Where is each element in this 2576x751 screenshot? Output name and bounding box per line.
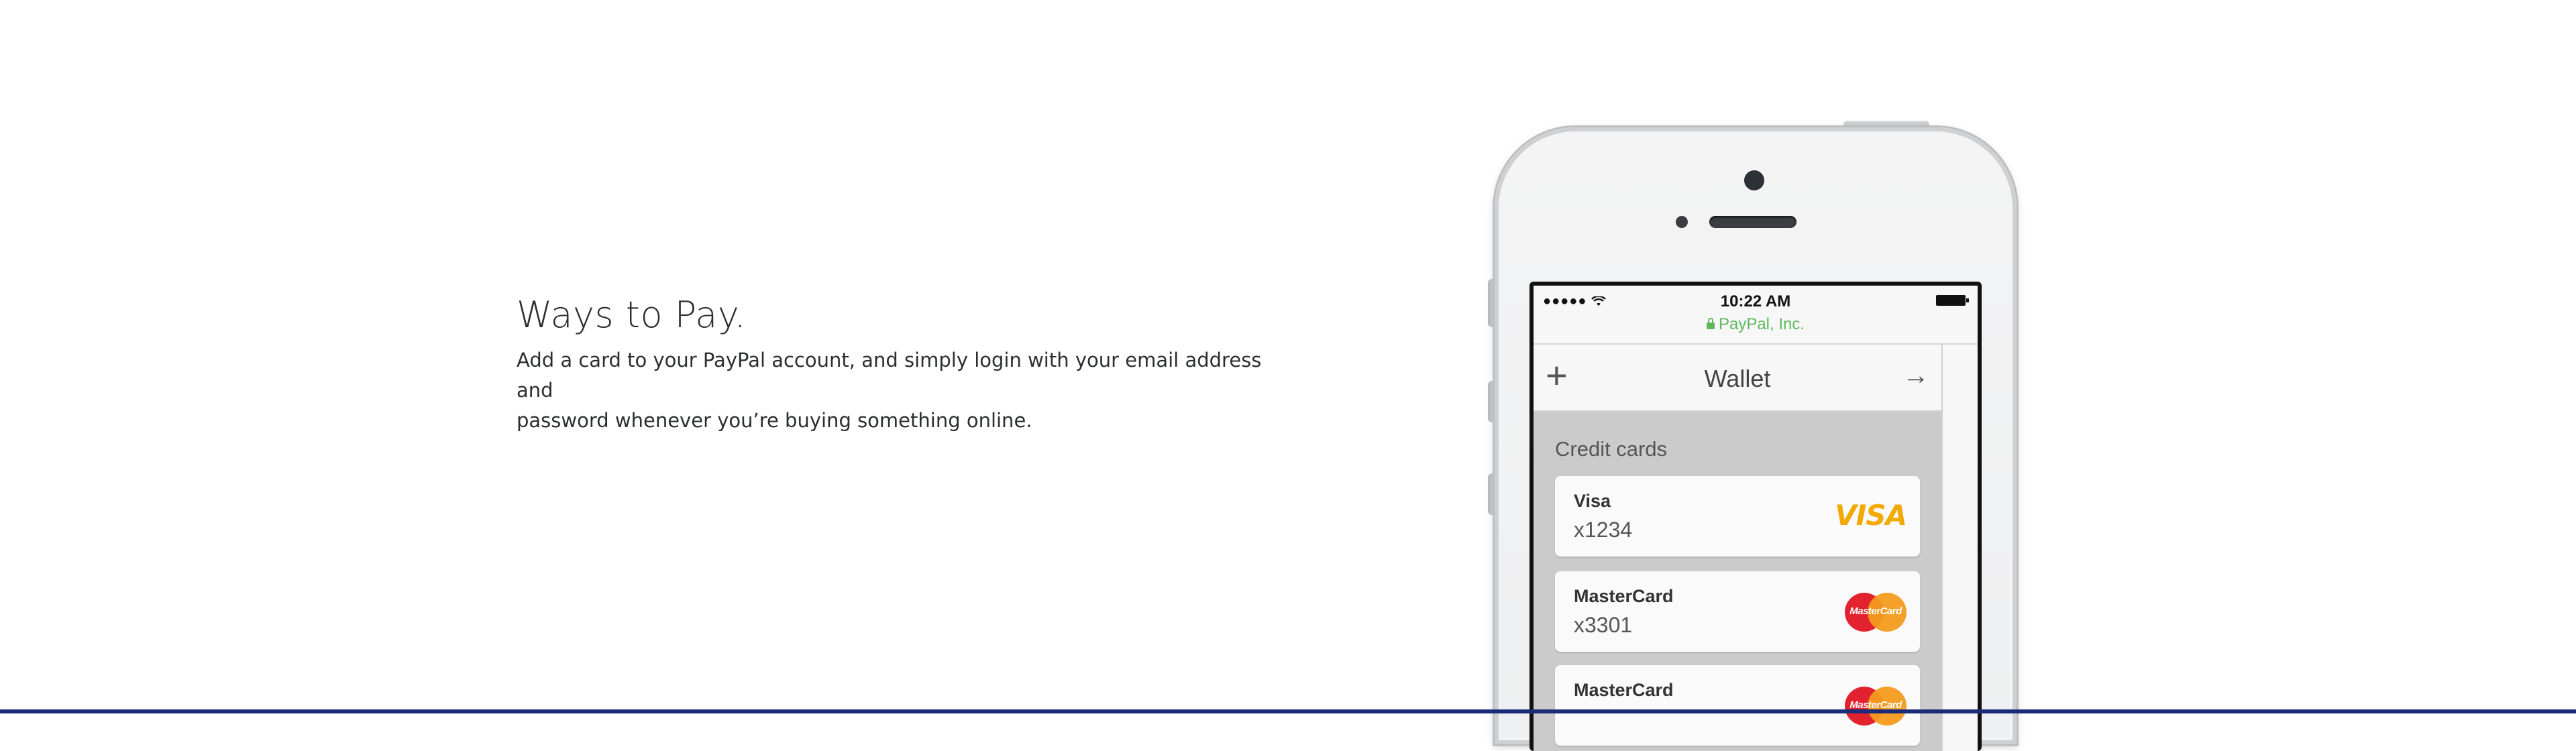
forward-arrow-icon[interactable]: → — [1902, 361, 1929, 391]
card-name: Visa — [1574, 491, 1611, 511]
nav-title: Wallet — [1704, 365, 1771, 392]
description-line-2: password whenever you’re buying somethin… — [517, 409, 1032, 432]
card-number: x1234 — [1574, 518, 1633, 542]
status-bar: ●●●●● 10:22 AM PayPal, Inc. — [1534, 286, 1978, 345]
card-name: MasterCard — [1574, 680, 1674, 700]
card-row-mastercard[interactable]: MasterCard MasterCard — [1555, 665, 1920, 746]
side-panel-edge — [1941, 345, 1978, 751]
mastercard-logo-text: MasterCard — [1849, 605, 1902, 617]
screen-content: ●●●●● 10:22 AM PayPal, Inc. + Wallet → C… — [1534, 286, 1978, 751]
card-row-visa[interactable]: Visa x1234 VISA — [1555, 476, 1920, 557]
visa-logo-text: VISA — [1835, 499, 1907, 532]
ways-to-pay-section: Ways to Pay. Add a card to your PayPal a… — [517, 295, 1295, 436]
mastercard-logo-icon: MasterCard — [1845, 687, 1907, 726]
front-camera — [1744, 170, 1764, 190]
section-description: Add a card to your PayPal account, and s… — [517, 345, 1295, 436]
section-heading: Ways to Pay. — [517, 294, 747, 336]
phone-screen: ●●●●● 10:22 AM PayPal, Inc. + Wallet → C… — [1529, 282, 1982, 751]
wallet-content: Credit cards Visa x1234 VISA MasterCard … — [1534, 412, 1941, 751]
credit-cards-heading: Credit cards — [1555, 437, 1668, 461]
visa-logo-icon: VISA — [1835, 499, 1907, 532]
lock-icon — [1706, 318, 1715, 329]
battery-icon — [1936, 295, 1969, 306]
earpiece-speaker — [1709, 216, 1796, 228]
footer-divider — [0, 709, 2576, 713]
phone-mockup: ●●●●● 10:22 AM PayPal, Inc. + Wallet → C… — [1495, 127, 2017, 751]
card-name: MasterCard — [1574, 586, 1674, 606]
wallet-nav-bar: + Wallet → — [1534, 345, 1941, 412]
secure-site-label: PayPal, Inc. — [1534, 315, 1978, 334]
description-line-1: Add a card to your PayPal account, and s… — [517, 349, 1262, 402]
site-name: PayPal, Inc. — [1718, 315, 1805, 333]
card-number: x3301 — [1574, 613, 1633, 637]
mastercard-logo-icon: MasterCard — [1845, 593, 1907, 632]
card-row-mastercard[interactable]: MasterCard x3301 MasterCard — [1555, 571, 1920, 652]
proximity-sensor — [1676, 216, 1688, 228]
status-time: 10:22 AM — [1720, 292, 1791, 310]
